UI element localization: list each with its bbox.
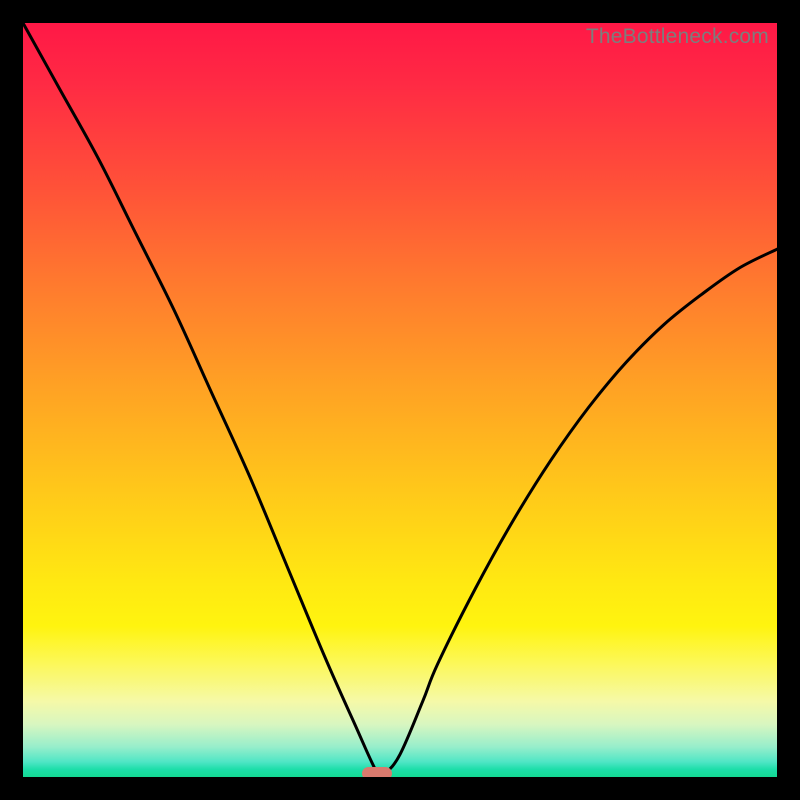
chart-frame: TheBottleneck.com	[0, 0, 800, 800]
bottleneck-curve	[23, 23, 777, 777]
plot-area: TheBottleneck.com	[23, 23, 777, 777]
optimal-point-marker	[362, 767, 392, 777]
curve-layer	[23, 23, 777, 777]
watermark-text: TheBottleneck.com	[586, 25, 769, 49]
